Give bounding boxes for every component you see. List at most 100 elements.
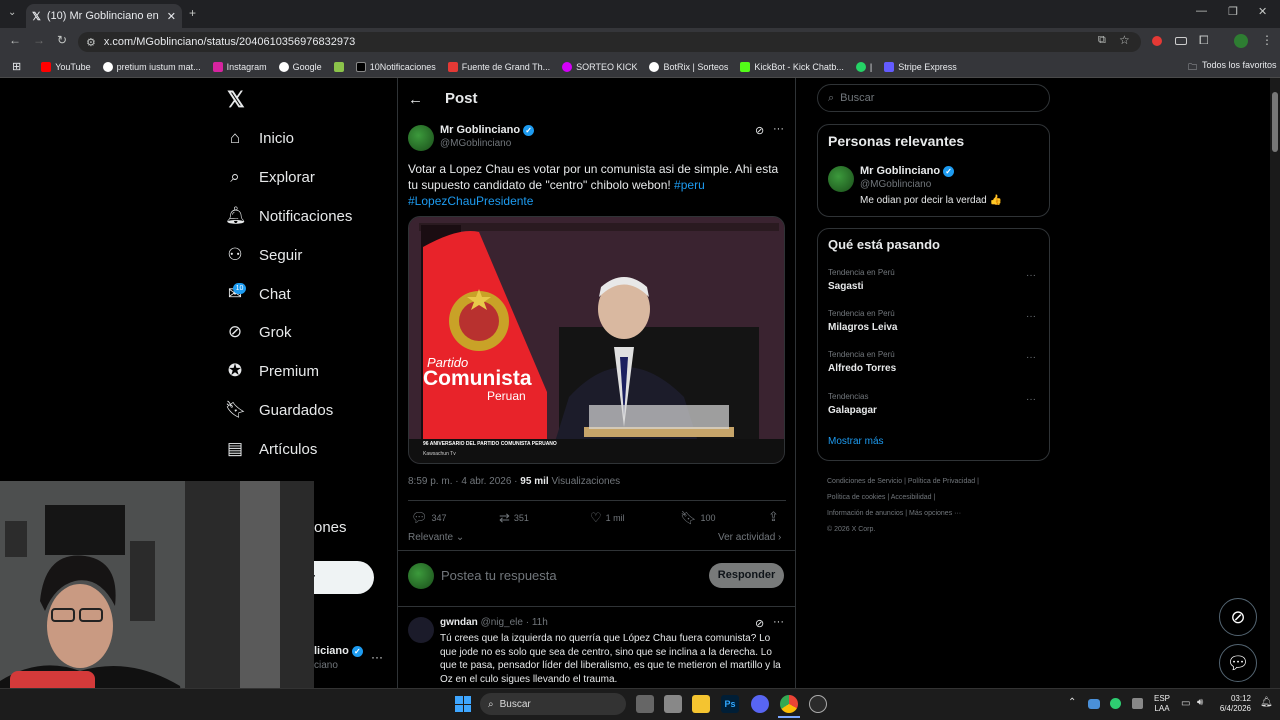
repost-action[interactable]: ⇄ 351 — [499, 510, 529, 526]
profile-avatar[interactable] — [1234, 34, 1248, 48]
trend-item[interactable]: Tendencia en Perú Milagros Leiva — [828, 309, 897, 333]
address-bar[interactable]: ⚙ x.com/MGoblinciano/status/204061035697… — [78, 32, 1141, 52]
hashtag-peru[interactable]: #peru — [674, 178, 705, 192]
show-more-link[interactable]: Mostrar más — [828, 436, 884, 447]
forward-icon[interactable]: → — [33, 33, 45, 47]
back-arrow-icon[interactable]: ← — [408, 91, 423, 108]
trend-item[interactable]: Tendencia en Perú Sagasti — [828, 268, 895, 292]
nav-grok[interactable]: ⊘ Grok — [225, 322, 292, 342]
discord-icon[interactable] — [751, 695, 769, 713]
view-activity-link[interactable]: Ver actividad › — [718, 532, 781, 543]
site-info-icon[interactable]: ⚙ — [86, 36, 96, 49]
reply-more-icon[interactable]: ··· — [773, 616, 784, 628]
language-indicator[interactable]: ESP LAA — [1154, 694, 1170, 714]
relevant-name[interactable]: Mr Goblinciano ✓ — [860, 165, 955, 177]
tab-search-icon[interactable]: ⌄ — [8, 7, 16, 18]
scrollbar[interactable] — [1270, 78, 1280, 688]
app-icon[interactable] — [809, 695, 827, 713]
back-icon[interactable]: ← — [9, 33, 21, 47]
menu-dots-icon[interactable]: ⋮ — [1261, 33, 1273, 47]
bookmark-kickbot[interactable]: KickBot - Kick Chatb... — [734, 61, 850, 72]
browser-tab[interactable]: 𝕏 (10) Mr Goblinciano en X: "Vota ✕ — [26, 4, 182, 28]
tray-cloud-icon[interactable] — [1088, 699, 1100, 709]
bookmark-stripe[interactable]: Stripe Express — [878, 61, 963, 72]
grok-explain-icon[interactable]: ⊘ — [755, 124, 764, 137]
close-tab-icon[interactable]: ✕ — [167, 10, 176, 23]
bookmark-sorteo-kick[interactable]: SORTEO KICK — [556, 61, 643, 72]
photoshop-icon[interactable]: Ps — [721, 695, 739, 713]
footer-link[interactable]: Más opciones ··· — [909, 510, 961, 517]
volume-icon[interactable]: 🔊︎ — [1197, 697, 1203, 708]
scrollbar-thumb[interactable] — [1272, 92, 1278, 152]
like-action[interactable]: ♡ 1 mil — [590, 510, 625, 526]
bookmark-whatsapp[interactable]: | — [850, 61, 878, 72]
author-name[interactable]: Mr Goblinciano ✓ — [440, 124, 535, 136]
reply-grok-icon[interactable]: ⊘ — [755, 617, 764, 630]
footer-link[interactable]: Condiciones de Servicio — [827, 478, 902, 485]
author-avatar[interactable] — [408, 125, 434, 151]
trend-item[interactable]: Tendencia en Perú Alfredo Torres — [828, 350, 896, 374]
bookmark-extra[interactable] — [328, 61, 350, 72]
bookmark-instagram[interactable]: Instagram — [207, 61, 273, 72]
windows-start-icon[interactable] — [455, 696, 471, 712]
nav-premium[interactable]: ✪ Premium — [225, 361, 319, 381]
all-favorites[interactable]: 🗀 Todos los favoritos — [1188, 60, 1277, 76]
install-icon[interactable]: ⧉ — [1098, 34, 1106, 47]
post-video[interactable]: Partido Comunista Peruan 96 ANIVERSARIO … — [408, 216, 785, 464]
author-handle[interactable]: @MGoblinciano — [440, 138, 511, 149]
nav-guardados[interactable]: 🔖︎ Guardados — [225, 400, 333, 420]
grok-fab-icon[interactable]: ⊘ — [1219, 598, 1257, 636]
new-tab-icon[interactable]: + — [189, 6, 196, 20]
search-input[interactable]: ⌕ Buscar — [817, 84, 1050, 112]
nav-inicio[interactable]: ⌂ Inicio — [225, 128, 294, 148]
sort-dropdown[interactable]: Relevante ⌄ — [408, 532, 464, 543]
nav-more-partial[interactable]: ones — [314, 519, 347, 536]
bookmark-action[interactable]: 🔖︎ 100 — [680, 510, 716, 526]
bookmark-pretium[interactable]: pretium iustum mat... — [97, 61, 207, 72]
trend-more-icon[interactable]: ··· — [1026, 270, 1036, 281]
minimize-icon[interactable]: — — [1196, 5, 1207, 17]
extension-icon[interactable] — [1175, 37, 1187, 45]
nav-explorar[interactable]: ⌕ Explorar — [225, 167, 315, 187]
apps-icon[interactable]: ⊞ — [6, 60, 27, 73]
clock[interactable]: 03:12 6/4/2026 — [1215, 694, 1251, 714]
reply-action[interactable]: 💬︎ 347 — [411, 510, 447, 526]
bookmark-botrix[interactable]: BotRix | Sorteos — [643, 61, 734, 72]
maximize-icon[interactable]: ❐ — [1228, 5, 1238, 18]
close-window-icon[interactable]: ✕ — [1258, 5, 1267, 18]
hashtag-lopezchau[interactable]: #LopezChauPresidente — [408, 194, 533, 208]
bookmark-youtube[interactable]: YouTube — [35, 61, 96, 72]
reply-avatar[interactable] — [408, 617, 434, 643]
footer-link[interactable]: Accesibilidad — [891, 494, 932, 501]
chrome-icon[interactable] — [780, 695, 798, 713]
bookmark-google[interactable]: Google — [273, 61, 328, 72]
trend-more-icon[interactable]: ··· — [1026, 394, 1036, 405]
post-more-icon[interactable]: ··· — [773, 123, 784, 135]
file-explorer-icon[interactable] — [692, 695, 710, 713]
nav-articulos[interactable]: ▤ Artículos — [225, 439, 317, 459]
trend-item[interactable]: Tendencias Galapagar — [828, 392, 877, 416]
extension-red-icon[interactable] — [1152, 36, 1162, 46]
tray-app-icon[interactable] — [1132, 698, 1143, 709]
tray-chevron-icon[interactable]: ⌃ — [1068, 697, 1076, 708]
footer-link[interactable]: Política de Privacidad — [908, 478, 975, 485]
reply-author[interactable]: gwndan — [440, 617, 478, 628]
share-icon[interactable]: ⇪ — [768, 509, 779, 525]
reply-input[interactable]: Postea tu respuesta — [441, 568, 557, 583]
network-icon[interactable]: ▭ — [1181, 698, 1190, 709]
footer-link[interactable]: Información de anuncios — [827, 510, 903, 517]
taskbar-search[interactable]: ⌕ Buscar — [480, 693, 626, 715]
reply-button[interactable]: Responder — [709, 563, 784, 588]
footer-link[interactable]: Política de cookies — [827, 494, 885, 501]
trend-more-icon[interactable]: ··· — [1026, 311, 1036, 322]
nav-seguir[interactable]: ⚇ Seguir — [225, 245, 302, 265]
tray-app-icon[interactable] — [1110, 698, 1121, 709]
relevant-avatar[interactable] — [828, 166, 854, 192]
task-view-icon[interactable] — [636, 695, 654, 713]
profile-name-partial[interactable]: liciano ✓ — [314, 645, 363, 657]
profile-menu-icon[interactable]: ··· — [371, 650, 383, 664]
trend-more-icon[interactable]: ··· — [1026, 352, 1036, 363]
extensions-puzzle-icon[interactable]: ⧠ — [1199, 33, 1209, 48]
star-icon[interactable]: ☆ — [1119, 33, 1130, 47]
nav-notificaciones[interactable]: 🔔︎ Notificaciones — [225, 206, 352, 226]
